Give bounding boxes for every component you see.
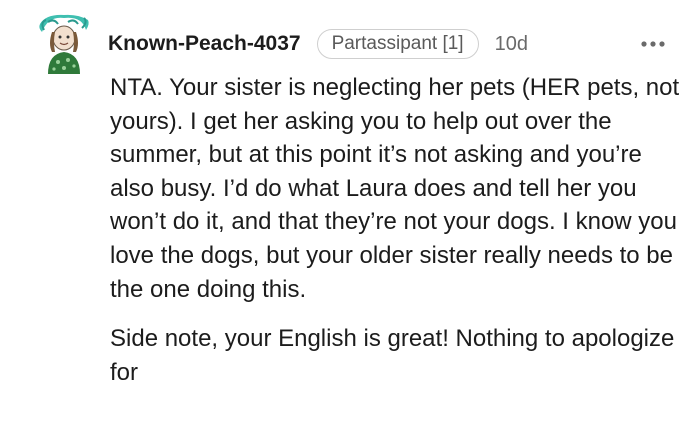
comment-body: NTA. Your sister is neglecting her pets … — [110, 71, 685, 389]
comment-paragraph: NTA. Your sister is neglecting her pets … — [110, 74, 680, 303]
username-link[interactable]: Known-Peach-4037 — [108, 32, 301, 56]
more-options-icon[interactable] — [640, 34, 666, 54]
user-flair-badge: Partassipant [1] — [316, 29, 479, 59]
comment-paragraph: Side note, your English is great! Nothin… — [110, 325, 675, 386]
avatar-icon — [39, 14, 89, 74]
comment: Known-Peach-4037 Partassipant [1] 10d NT… — [0, 0, 700, 432]
comment-age: 10d — [494, 32, 528, 55]
user-avatar[interactable] — [34, 14, 92, 76]
comment-header: Known-Peach-4037 Partassipant [1] 10d — [108, 26, 528, 62]
